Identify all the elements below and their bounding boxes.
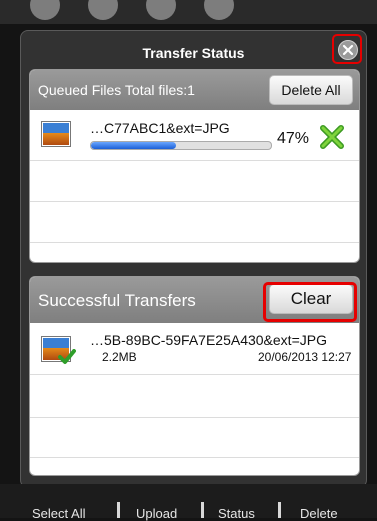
queued-files-header: Queued Files Total files:1 Delete All: [30, 70, 359, 110]
background-toolbar: [0, 0, 377, 24]
settings-icon: [30, 0, 60, 20]
successful-file-name: …5B-89BC-59FA7E25A430&ext=JPG: [90, 332, 327, 348]
transfer-status-dialog: Transfer Status Queued Files Total files…: [20, 30, 367, 488]
successful-transfers-title: Successful Transfers: [38, 291, 196, 310]
row-divider: [30, 417, 359, 418]
cancel-upload-icon[interactable]: [320, 125, 344, 154]
bottom-divider: [278, 502, 281, 518]
delete-all-button[interactable]: Delete All: [269, 75, 353, 105]
refresh-icon: [146, 0, 176, 20]
upload-button: Upload: [136, 506, 178, 521]
queued-files-title: Queued Files Total files:1: [38, 82, 195, 98]
checkmark-icon: [58, 349, 76, 370]
row-divider: [30, 242, 359, 243]
upload-progress-fill: [91, 142, 176, 149]
queued-file-name: …C77ABC1&ext=JPG: [90, 120, 230, 136]
queued-files-panel: Queued Files Total files:1 Delete All …C…: [29, 69, 360, 263]
row-divider: [30, 160, 359, 161]
transfer-date: 20/06/2013 12:27: [258, 350, 352, 364]
row-divider: [30, 201, 359, 202]
close-icon: [338, 40, 358, 60]
image-file-icon: [42, 122, 70, 146]
delete-button: Delete: [300, 506, 338, 521]
bottom-divider: [117, 502, 120, 518]
dialog-title: Transfer Status: [142, 45, 245, 61]
row-divider: [30, 374, 359, 375]
clear-button-highlight: [263, 282, 357, 322]
background-bottom-bar: Select All Upload Status Delete: [0, 484, 377, 521]
menu-icon: [88, 0, 118, 20]
select-all-button: Select All: [32, 506, 86, 521]
check-icon: [204, 0, 234, 20]
upload-progress-bar: [90, 141, 272, 150]
close-button[interactable]: [332, 34, 362, 64]
file-size: 2.2MB: [102, 350, 137, 364]
status-button: Status: [218, 506, 255, 521]
bottom-divider: [201, 502, 204, 518]
row-divider: [30, 457, 359, 458]
progress-percent: 47%: [277, 130, 310, 147]
